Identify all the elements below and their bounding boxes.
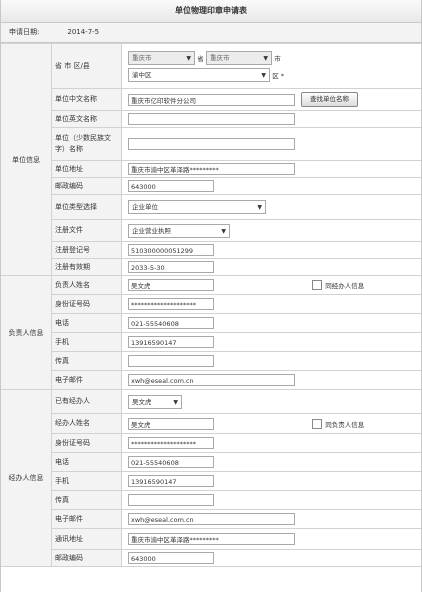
same-as-head-checkbox[interactable]: 同负责人信息 [312,418,365,429]
unit-address-label: 单位地址 [51,160,122,178]
chevron-down-icon: ▼ [257,204,262,211]
en-name-input[interactable] [128,113,295,125]
agent-phone-label: 电话 [51,452,122,472]
agent-id-input[interactable]: ******************** [128,437,214,449]
agent-email-input[interactable]: xwh@eseal.com.cn [128,513,295,525]
unit-postcode-label: 邮政编码 [51,177,122,195]
agent-postcode-input[interactable]: 643000 [128,552,214,564]
city-value: 重庆市 [209,53,230,62]
reg-doc-value: 企业营业执照 [132,226,171,235]
head-mobile-input[interactable]: 13916590147 [128,336,214,348]
agent-address-input[interactable]: 重庆市渝中区革泽路********* [128,533,295,545]
head-phone-label: 电话 [51,313,122,333]
agent-section-label: 经办人信息 [1,389,52,567]
region-label: 省 市 区/县 [51,43,122,89]
head-email-label: 电子邮件 [51,370,122,390]
reg-no-input[interactable]: 510300000051299 [128,244,214,256]
agent-mobile-input[interactable]: 13916590147 [128,475,214,487]
same-as-agent-checkbox[interactable]: 同经办人信息 [312,280,365,290]
agent-id-label: 身份证号码 [51,433,122,453]
chevron-down-icon: ▼ [221,227,226,235]
apply-date-label: 申请日期: [9,28,40,36]
existing-agent-label: 已有经办人 [51,389,122,414]
head-fax-label: 传真 [51,351,122,371]
district-select[interactable]: 渝中区 ▼ [128,67,270,82]
search-unit-name-button[interactable]: 查找单位名称 [301,92,358,107]
same-as-head-label: 同负责人信息 [325,420,365,429]
agent-phone-input[interactable]: 021-55540608 [128,456,214,468]
reg-valid-input[interactable]: 2033-5-30 [128,261,214,273]
chevron-down-icon: ▼ [261,71,266,79]
agent-info-table: 经办人信息 已有经办人 吴文虎 ▼ 经办人姓名 吴文虎 同负责人信息 身份证号码 … [1,389,421,567]
unit-section-label: 单位信息 [1,43,52,276]
head-fax-input[interactable] [128,355,214,367]
application-form: 单位物理印章申请表 申请日期: 2014-7-5 单位信息 省 市 区/县 重庆市… [0,0,422,592]
reg-valid-label: 注册有效期 [51,258,122,276]
city-suffix: 市 [274,54,281,63]
en-name-label: 单位英文名称 [51,110,122,128]
checkbox-icon [312,418,323,429]
reg-doc-select[interactable]: 企业营业执照 ▼ [128,223,230,238]
unit-type-label: 单位类型选择 [51,194,122,220]
existing-agent-select[interactable]: 吴文虎 ▼ [128,394,182,409]
chevron-down-icon: ▼ [173,398,178,406]
head-id-label: 身份证号码 [51,294,122,314]
unit-type-value: 企业单位 [132,203,158,211]
district-value: 渝中区 [132,70,152,79]
checkbox-icon [312,280,323,290]
minority-name-label: 单位（少数民族文字）名称 [51,127,122,161]
province-suffix: 省 [197,54,204,63]
agent-name-label: 经办人姓名 [51,413,122,434]
agent-mobile-label: 手机 [51,471,122,491]
head-mobile-label: 手机 [51,332,122,352]
district-suffix: 区 * [272,71,285,80]
head-id-input[interactable]: ******************** [128,298,214,310]
cn-name-label: 单位中文名称 [51,88,122,111]
head-name-label: 负责人姓名 [51,275,122,295]
reg-no-label: 注册登记号 [51,241,122,259]
same-as-agent-label: 同经办人信息 [325,282,365,290]
head-name-input[interactable]: 吴文虎 [128,279,214,291]
agent-address-label: 通讯地址 [51,528,122,550]
chevron-down-icon: ▼ [186,54,191,62]
head-email-input[interactable]: xwh@eseal.com.cn [128,374,295,386]
apply-date-row: 申请日期: 2014-7-5 [1,23,421,43]
cn-name-input[interactable]: 重庆市亿印软件分公司 [128,93,295,106]
agent-fax-input[interactable] [128,494,214,506]
unit-address-input[interactable]: 重庆市渝中区革泽路********* [128,163,295,175]
province-value: 重庆市 [132,53,152,62]
province-select[interactable]: 重庆市 ▼ [128,50,195,65]
agent-name-input[interactable]: 吴文虎 [128,417,214,430]
unit-postcode-input[interactable]: 643000 [128,180,214,192]
unit-type-select[interactable]: 企业单位 ▼ [128,200,266,214]
form-title: 单位物理印章申请表 [1,0,421,23]
unit-info-table: 单位信息 省 市 区/县 重庆市 ▼ 省 重庆市 ▼ 市 渝中区 ▼ 区 * 单位中文… [1,43,421,276]
agent-fax-label: 传真 [51,490,122,510]
existing-agent-value: 吴文虎 [132,397,152,406]
head-phone-input[interactable]: 021-55540608 [128,317,214,329]
head-section-label: 负责人信息 [1,275,52,390]
chevron-down-icon: ▼ [263,54,268,62]
reg-doc-label: 注册文件 [51,219,122,242]
head-info-table: 负责人信息 负责人姓名 吴文虎 同经办人信息 身份证号码 ***********… [1,275,421,390]
agent-postcode-label: 邮政编码 [51,549,122,567]
agent-email-label: 电子邮件 [51,509,122,529]
minority-name-input[interactable] [128,138,295,150]
apply-date-value: 2014-7-5 [67,28,100,36]
city-select[interactable]: 重庆市 ▼ [205,50,272,65]
